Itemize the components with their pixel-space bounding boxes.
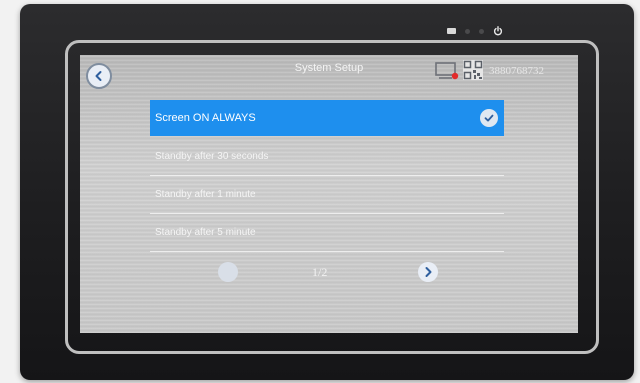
touch-screen: System Setup 3880768732 Screen ON ALWAYS…: [80, 55, 578, 333]
option-screen-on-always[interactable]: Screen ON ALWAYS: [150, 100, 504, 136]
device-status-icon: [435, 62, 459, 80]
check-icon: [480, 109, 498, 127]
indicator-dot-icon: [465, 28, 470, 34]
option-label: Standby after 1 minute: [155, 189, 256, 200]
light-sensor-icon: [447, 28, 456, 34]
option-standby-1-minute[interactable]: Standby after 1 minute: [150, 176, 504, 214]
status-area: 3880768732: [435, 60, 575, 86]
qr-code-icon[interactable]: [463, 60, 483, 80]
camera-icon: [479, 28, 484, 34]
option-standby-30-seconds[interactable]: Standby after 30 seconds: [150, 138, 504, 176]
option-standby-5-minute[interactable]: Standby after 5 minute: [150, 214, 504, 252]
option-label: Standby after 5 minute: [155, 227, 256, 238]
previous-page-button[interactable]: [218, 262, 238, 282]
option-label: Standby after 30 seconds: [155, 151, 269, 162]
standby-options-list: Screen ON ALWAYS Standby after 30 second…: [150, 100, 504, 252]
device-indicators: [447, 26, 503, 36]
next-page-button[interactable]: [418, 262, 438, 282]
pager: 1/2: [80, 260, 578, 284]
chevron-right-icon: [425, 267, 432, 277]
power-icon[interactable]: [493, 26, 503, 36]
header-bar: System Setup 3880768732: [80, 55, 578, 89]
page-indicator: 1/2: [312, 265, 328, 279]
device-id: 3880768732: [489, 65, 544, 77]
option-label: Screen ON ALWAYS: [155, 112, 256, 124]
